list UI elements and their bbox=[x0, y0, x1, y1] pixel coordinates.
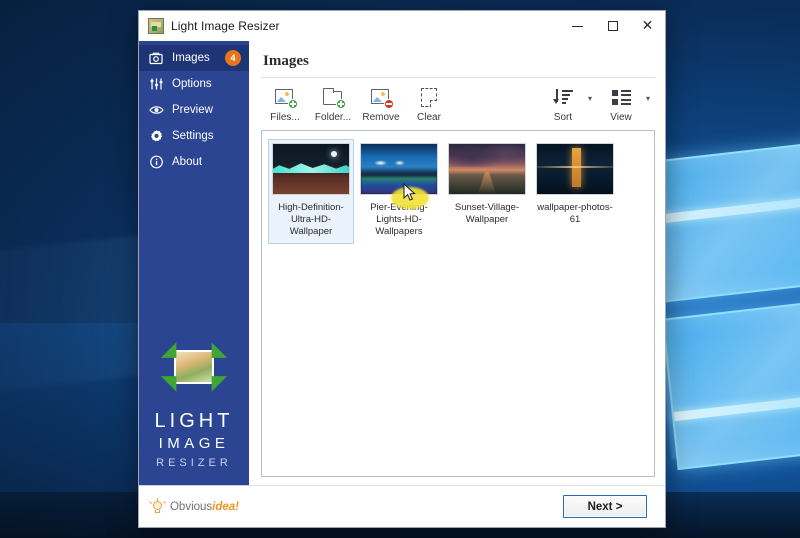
sidebar-item-label: Options bbox=[172, 78, 212, 90]
sort-group: Sort ▾ bbox=[539, 84, 597, 123]
title-bar[interactable]: Light Image Resizer ✕ bbox=[139, 11, 665, 41]
table-row[interactable]: Pier-Evening-Lights-HD-Wallpapers bbox=[356, 139, 442, 244]
clear-dashed-icon bbox=[416, 86, 442, 110]
thumbnail-caption: Pier-Evening-Lights-HD-Wallpapers bbox=[370, 202, 428, 237]
window-title: Light Image Resizer bbox=[171, 19, 280, 33]
add-image-icon bbox=[272, 86, 298, 110]
remove-button[interactable]: Remove bbox=[357, 84, 405, 123]
close-icon: ✕ bbox=[641, 18, 654, 34]
title-divider bbox=[261, 77, 655, 78]
pane-streak bbox=[652, 194, 800, 225]
maximize-button[interactable] bbox=[595, 11, 630, 41]
gear-icon bbox=[149, 129, 164, 144]
toolbar: Files... Folder... Remove Clear Sort ▾ V… bbox=[261, 80, 655, 130]
next-button[interactable]: Next > bbox=[563, 495, 647, 518]
desktop: Light Image Resizer ✕ Images 4 Options P… bbox=[0, 0, 800, 538]
close-button[interactable]: ✕ bbox=[630, 11, 665, 41]
sidebar-item-images[interactable]: Images 4 bbox=[139, 45, 249, 71]
toolbar-label: Folder... bbox=[314, 112, 352, 123]
pane-streak bbox=[673, 391, 800, 422]
minus-badge bbox=[384, 99, 394, 109]
brand-line-3: RESIZER bbox=[156, 456, 232, 469]
remove-image-icon bbox=[368, 86, 394, 110]
thumbnail-image bbox=[536, 143, 614, 195]
sidebar-item-label: About bbox=[172, 156, 203, 168]
add-folder-icon bbox=[320, 86, 346, 110]
table-row[interactable]: wallpaper-photos-61 bbox=[532, 139, 618, 244]
toolbar-label: Files... bbox=[270, 112, 300, 123]
toolbar-label: Remove bbox=[362, 112, 400, 123]
sidebar-item-label: Preview bbox=[172, 104, 213, 116]
view-dropdown-chevron-down-icon[interactable]: ▾ bbox=[645, 94, 655, 113]
sidebar-item-options[interactable]: Options bbox=[139, 71, 249, 97]
sidebar: Images 4 Options Preview Settings About … bbox=[139, 41, 249, 485]
thumbnail-image bbox=[448, 143, 526, 195]
resize-arrows-icon bbox=[160, 341, 228, 393]
action-bar: Next > bbox=[249, 485, 665, 527]
table-row[interactable]: Sunset-Village-Wallpaper bbox=[444, 139, 530, 244]
add-folder-button[interactable]: Folder... bbox=[309, 84, 357, 123]
obviousidea-footer[interactable]: Obviousidea! bbox=[139, 485, 249, 527]
toolbar-label: Sort bbox=[553, 112, 573, 123]
thumbnail-image bbox=[272, 143, 350, 195]
add-files-button[interactable]: Files... bbox=[261, 84, 309, 123]
plus-badge bbox=[336, 99, 346, 109]
view-list-icon bbox=[608, 86, 634, 110]
thumbnail-caption: High-Definition-Ultra-HD-Wallpaper bbox=[278, 202, 344, 237]
windows-logo-pane-top bbox=[645, 140, 800, 304]
sidebar-item-preview[interactable]: Preview bbox=[139, 97, 249, 123]
main-content: Images Files... Folder... Remove Clear S… bbox=[249, 41, 665, 485]
view-button[interactable]: View bbox=[597, 84, 645, 123]
brand-line-1: LIGHT bbox=[154, 410, 234, 433]
images-icon bbox=[149, 51, 164, 66]
info-icon bbox=[149, 155, 164, 170]
app-window: Light Image Resizer ✕ Images 4 Options P… bbox=[138, 10, 666, 528]
sidebar-item-label: Settings bbox=[172, 130, 214, 142]
table-row[interactable]: High-Definition-Ultra-HD-Wallpaper bbox=[268, 139, 354, 244]
sidebar-nav: Images 4 Options Preview Settings About bbox=[139, 41, 249, 175]
brand-block: LIGHT IMAGE RESIZER bbox=[139, 341, 249, 485]
sidebar-item-about[interactable]: About bbox=[139, 149, 249, 175]
eye-icon bbox=[149, 103, 164, 118]
brand-text-accent: idea! bbox=[212, 500, 240, 513]
toolbar-label: Clear bbox=[417, 112, 441, 123]
view-group: View ▾ bbox=[597, 84, 655, 123]
app-icon bbox=[148, 18, 164, 34]
sidebar-item-settings[interactable]: Settings bbox=[139, 123, 249, 149]
sliders-icon bbox=[149, 77, 164, 92]
image-list-panel[interactable]: High-Definition-Ultra-HD-Wallpaper Pier-… bbox=[261, 130, 655, 477]
window-footer-row: Obviousidea! Next > bbox=[139, 485, 665, 527]
sort-button[interactable]: Sort bbox=[539, 84, 587, 123]
window-body: Images 4 Options Preview Settings About … bbox=[139, 41, 665, 485]
windows-logo-pane-bottom bbox=[661, 297, 800, 471]
toolbar-label: View bbox=[610, 112, 632, 123]
minimize-button[interactable] bbox=[560, 11, 595, 41]
brand-text-primary: Obvious bbox=[169, 500, 213, 513]
thumbnail-caption: wallpaper-photos-61 bbox=[537, 202, 613, 225]
thumbnail-caption: Sunset-Village-Wallpaper bbox=[454, 202, 520, 225]
sort-dropdown-chevron-down-icon[interactable]: ▾ bbox=[587, 94, 597, 113]
sort-descending-icon bbox=[550, 86, 576, 110]
thumbnail-image bbox=[360, 143, 438, 195]
plus-badge bbox=[288, 99, 298, 109]
brand-line-2: IMAGE bbox=[158, 435, 230, 453]
lightbulb-icon bbox=[149, 497, 167, 515]
page-title: Images bbox=[263, 53, 309, 69]
sidebar-item-label: Images bbox=[172, 52, 210, 64]
maximize-icon bbox=[607, 21, 618, 31]
obviousidea-label: Obviousidea! bbox=[170, 501, 239, 513]
clear-button[interactable]: Clear bbox=[405, 84, 453, 123]
minimize-icon bbox=[572, 25, 583, 27]
window-controls: ✕ bbox=[560, 11, 665, 41]
status-badge: 4 bbox=[225, 50, 241, 66]
